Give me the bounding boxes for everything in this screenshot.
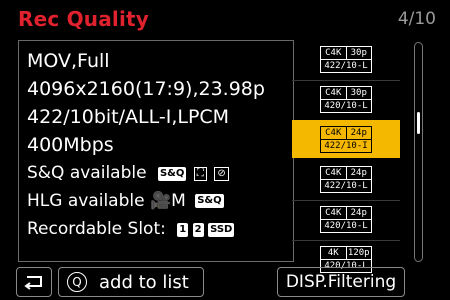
rec-quality-options: C4K 30p 422/10-L C4K 30p 420/10-L C4K 24p 4… (292, 40, 400, 280)
page-indicator: 4/10 (397, 9, 436, 29)
slot-label: Recordable Slot: (27, 219, 166, 239)
hlg-sq-icon: S&Q (195, 194, 224, 208)
sq-icon: S&Q (157, 167, 187, 181)
slot-1-icon: 1 (177, 223, 189, 237)
resolution-text: 4096x2160(17:9),23.98p (27, 78, 265, 100)
scrollbar[interactable] (414, 42, 423, 262)
add-to-list-button[interactable]: Q add to list (58, 267, 204, 297)
hlg-row: HLG available 🎥M S&Q (27, 187, 293, 215)
slot-row: Recordable Slot: 1 2 SSD (27, 215, 293, 243)
option-badge: C4K 24p 422/10-L (320, 165, 372, 193)
hlg-label: HLG available (27, 191, 145, 211)
quality-info-panel: MOV,Full 4096x2160(17:9),23.98p 422/10bi… (18, 40, 294, 262)
option-badge: C4K 30p 420/10-L (320, 86, 372, 113)
q-button-icon: Q (67, 272, 87, 292)
option-c4k-24p-422-intra[interactable]: C4K 24p 422/10-I (292, 120, 400, 158)
option-badge: C4K 24p 422/10-I (320, 125, 372, 153)
format-text: MOV,Full (27, 50, 110, 72)
slot-2-icon: 2 (192, 223, 204, 237)
scroll-thumb[interactable] (417, 112, 420, 135)
frame-off-icon: ⊘ (214, 167, 229, 181)
back-button[interactable] (16, 267, 52, 297)
frame-icon: ⛶ (193, 167, 207, 181)
hlg-mode: M (171, 191, 186, 211)
option-c4k-30p-422[interactable]: C4K 30p 422/10-L (292, 40, 400, 78)
codec-text: 422/10bit/ALL-I,LPCM (27, 106, 230, 128)
option-c4k-24p-422-long[interactable]: C4K 24p 422/10-L (292, 160, 400, 198)
add-to-list-label: add to list (99, 271, 189, 293)
sq-row: S&Q available S&Q ⛶ ⊘ (27, 159, 293, 187)
menu-title: Rec Quality (18, 7, 150, 31)
option-badge: C4K 30p 422/10-L (320, 45, 372, 73)
return-arrow-icon (24, 276, 42, 290)
sq-label: S&Q available (27, 163, 147, 183)
bitrate-text: 400Mbps (27, 134, 114, 156)
option-c4k-30p-420[interactable]: C4K 30p 420/10-L (292, 80, 400, 118)
ssd-icon: SSD (208, 223, 235, 237)
disp-filtering-button[interactable]: DISP.Filtering (277, 267, 405, 297)
option-c4k-24p-420[interactable]: C4K 24p 420/10-L (292, 200, 400, 238)
movie-camera-icon: 🎥 (149, 191, 172, 211)
option-badge: C4K 24p 420/10-L (320, 206, 372, 233)
